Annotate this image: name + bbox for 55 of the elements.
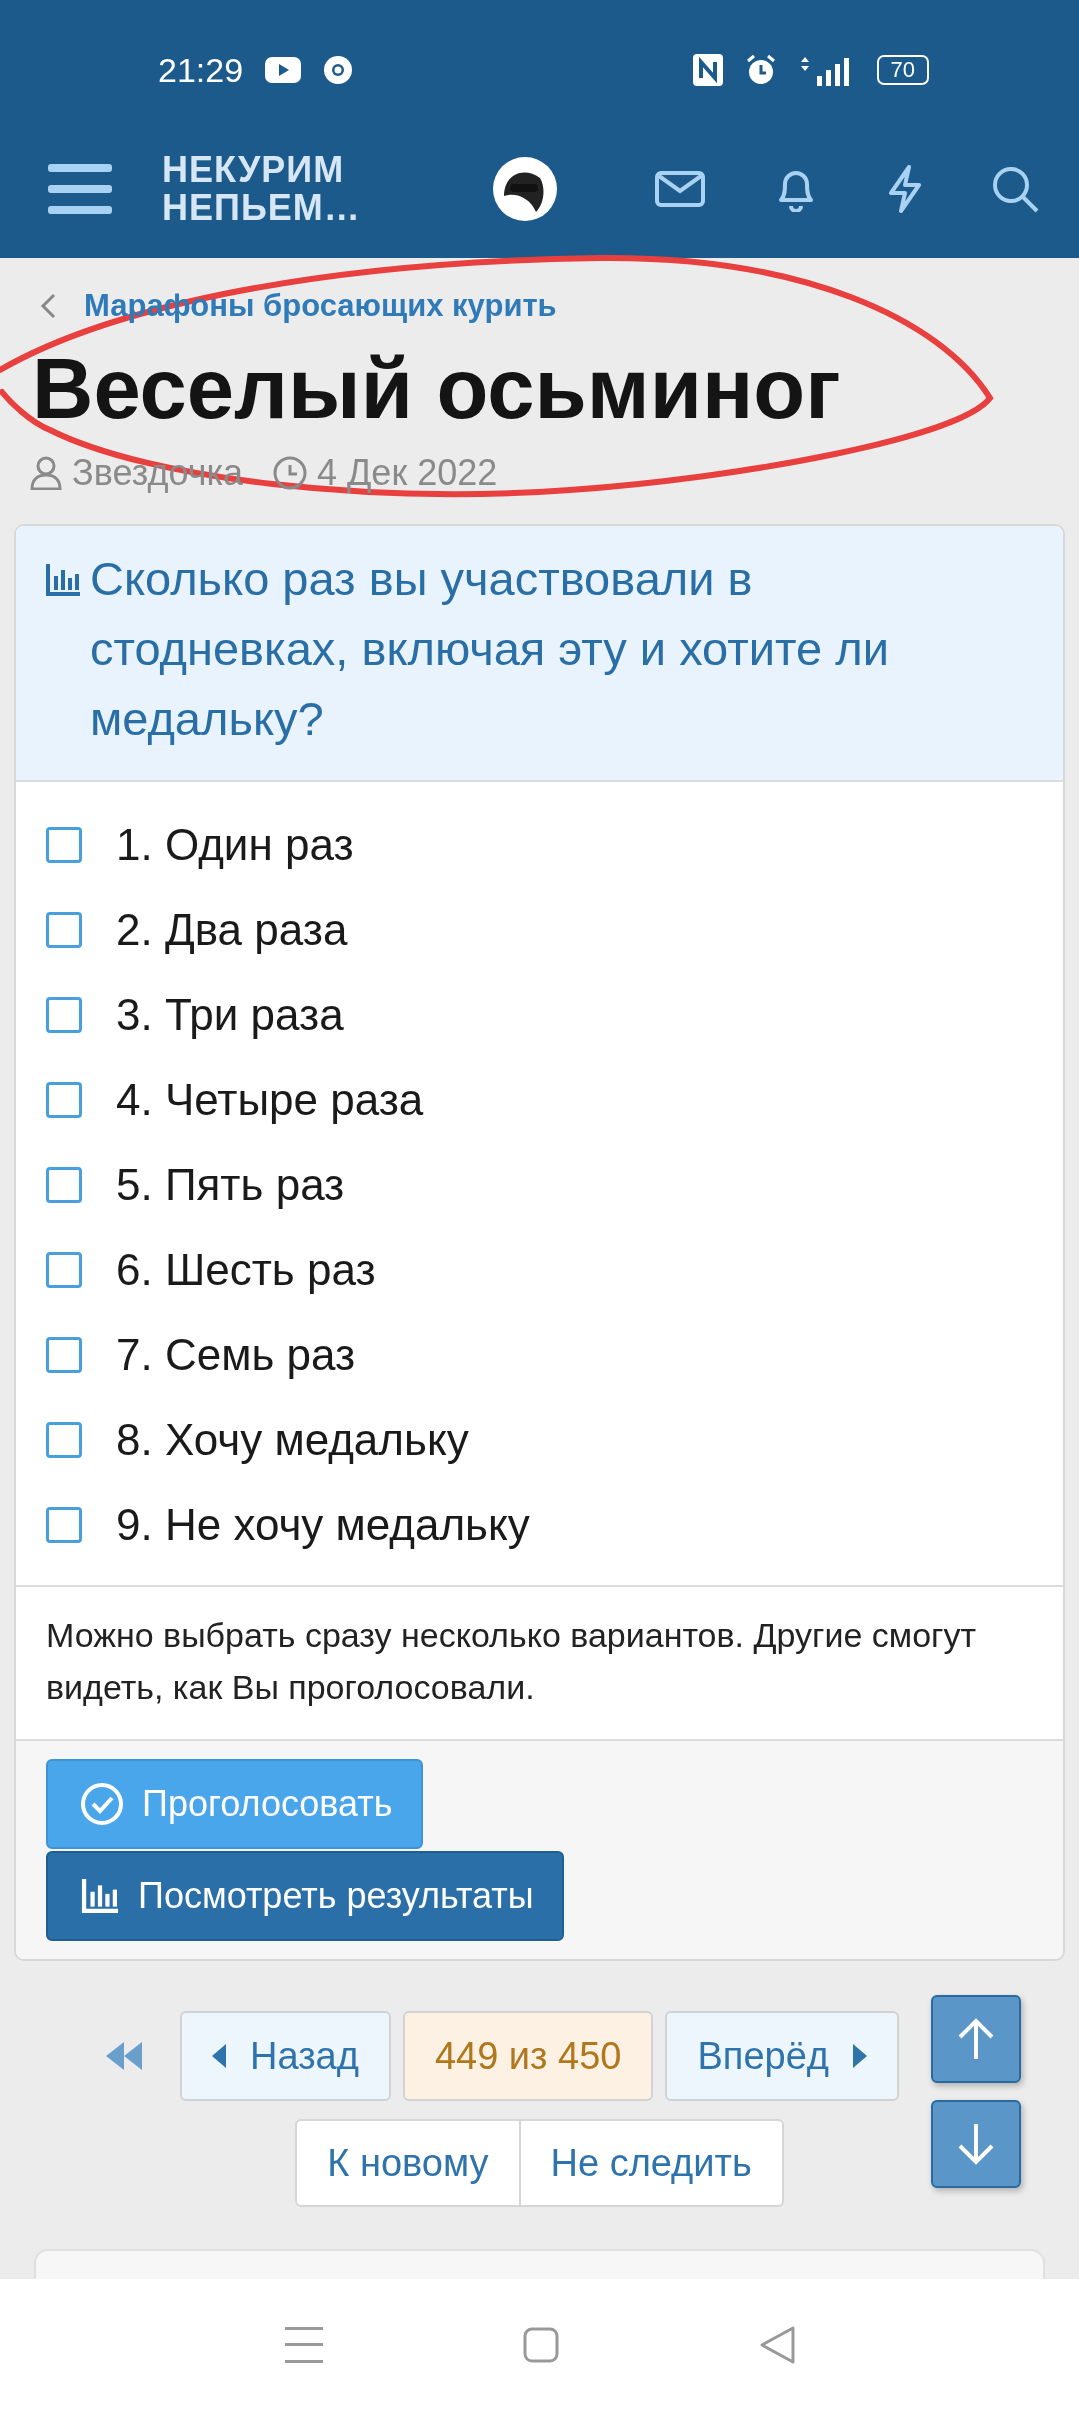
bar-chart-icon — [46, 564, 80, 596]
user-icon — [30, 456, 62, 490]
checkbox[interactable] — [46, 1251, 82, 1288]
avatar-icon[interactable] — [492, 156, 558, 222]
video-app-icon — [265, 57, 302, 83]
option-label[interactable]: 4. Четыре раза — [116, 1074, 424, 1125]
lightning-icon[interactable] — [887, 165, 923, 213]
checkbox[interactable] — [46, 1166, 82, 1203]
option-label[interactable]: 7. Семь раз — [116, 1329, 356, 1380]
checkbox[interactable] — [46, 1081, 82, 1118]
option-label[interactable]: 1. Один раз — [116, 819, 354, 870]
option-label[interactable]: 5. Пять раз — [116, 1159, 345, 1210]
checkbox[interactable] — [46, 996, 82, 1033]
browser-app-icon — [323, 55, 354, 85]
checkbox[interactable] — [46, 1421, 82, 1458]
poll-question: Сколько раз вы участвовали в стодневках, включая эту и хотите ли медальку? — [90, 551, 890, 747]
caret-right-icon — [853, 2044, 867, 2068]
thread-title: Веселый осьминог — [32, 340, 842, 438]
recent-apps-icon[interactable] — [284, 2327, 323, 2363]
page-indicator[interactable]: 449 из 450 — [402, 2011, 654, 2101]
results-button[interactable]: Посмотреть результаты — [46, 1851, 564, 1941]
arrow-up-icon — [956, 2017, 996, 2061]
scroll-down-button[interactable] — [931, 2100, 1021, 2188]
first-page-icon[interactable] — [104, 2040, 144, 2072]
mail-icon[interactable] — [655, 171, 705, 207]
clock-icon — [272, 456, 307, 490]
nfc-icon — [692, 54, 723, 86]
scroll-up-button[interactable] — [931, 1995, 1021, 2083]
site-logo[interactable]: НЕКУРИМ НЕПЬЕМ… — [162, 151, 382, 227]
battery-level: 70 — [876, 55, 929, 85]
thread-action-button[interactable]: К новому — [295, 2119, 521, 2207]
bar-chart-icon — [80, 1879, 120, 1913]
arrow-down-icon — [956, 2122, 996, 2166]
thread-action-button[interactable]: Не следить — [520, 2119, 784, 2207]
checkbox[interactable] — [46, 911, 82, 948]
status-time: 21:29 — [158, 50, 244, 90]
post-date: 4 Дек 2022 — [316, 452, 498, 494]
alarm-icon — [744, 54, 777, 86]
back-icon[interactable] — [758, 2326, 795, 2364]
checkbox[interactable] — [46, 1336, 82, 1373]
checkbox[interactable] — [46, 826, 82, 863]
option-label[interactable]: 3. Три раза — [116, 989, 344, 1040]
checkbox[interactable] — [46, 1506, 82, 1543]
next-page-button[interactable]: Вперёд — [665, 2011, 899, 2101]
home-icon[interactable] — [522, 2327, 559, 2363]
menu-icon[interactable] — [48, 164, 112, 214]
search-icon[interactable] — [991, 165, 1039, 213]
check-circle-icon — [80, 1782, 124, 1826]
previous-page-button[interactable]: Назад — [180, 2011, 391, 2101]
caret-left-icon — [212, 2044, 226, 2068]
option-label[interactable]: 8. Хочу медальку — [116, 1414, 469, 1465]
back-chevron-icon[interactable] — [40, 293, 56, 319]
option-label[interactable]: 9. Не хочу медальку — [116, 1499, 530, 1550]
option-label[interactable]: 2. Два раза — [116, 904, 348, 955]
option-label[interactable]: 6. Шесть раз — [116, 1244, 376, 1295]
